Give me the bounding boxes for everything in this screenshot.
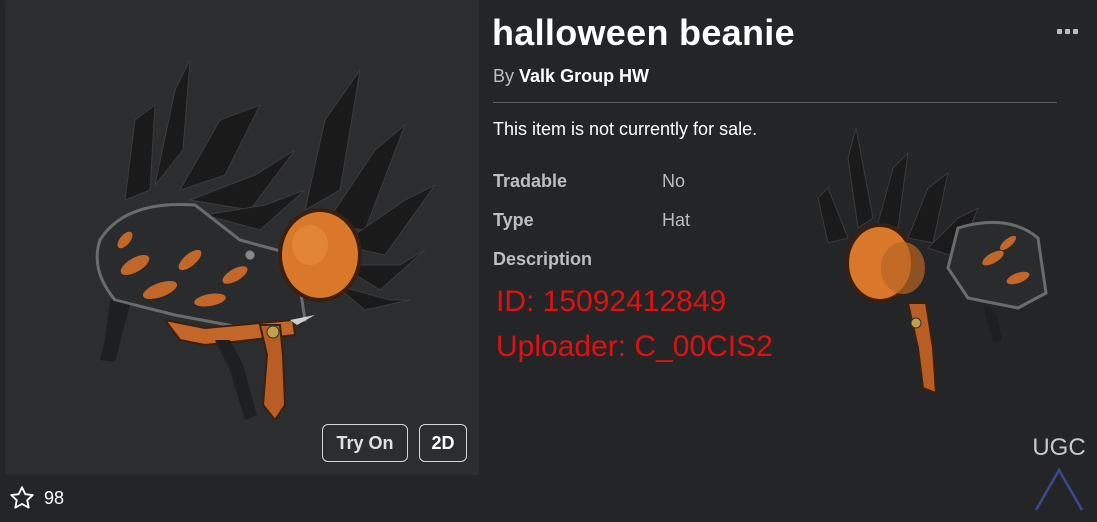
star-outline-icon xyxy=(10,486,34,509)
favorite-button[interactable]: 98 xyxy=(8,484,64,512)
divider xyxy=(493,102,1057,103)
more-options-icon[interactable] xyxy=(1054,24,1080,38)
ugc-logo-icon xyxy=(1034,467,1084,511)
favorite-count: 98 xyxy=(44,487,65,508)
tradable-value: No xyxy=(662,171,686,191)
by-prefix: By xyxy=(493,66,515,86)
try-on-button[interactable]: Try On xyxy=(322,424,408,462)
item-thumbnail: Try On 2D xyxy=(5,0,479,475)
item-title: halloween beanie xyxy=(492,12,795,53)
tradable-label: Tradable xyxy=(493,171,568,191)
description-label: Description xyxy=(493,249,593,269)
ugc-watermark: UGC xyxy=(1028,434,1090,514)
creator-byline: By Valk Group HW xyxy=(493,66,649,87)
creator-link[interactable]: Valk Group HW xyxy=(519,66,649,86)
description-id-line: ID: 15092412849 xyxy=(496,285,727,318)
item-details-page: Try On 2D 98 halloween beanie By Valk Gr… xyxy=(0,0,1097,522)
hat-side-render xyxy=(817,127,1048,395)
view-2d-button[interactable]: 2D xyxy=(419,424,467,462)
type-value: Hat xyxy=(662,210,691,230)
hat-3d-render xyxy=(95,59,436,422)
sale-status: This item is not currently for sale. xyxy=(493,119,758,139)
description-uploader-line: Uploader: C_00CIS2 xyxy=(496,330,773,363)
type-label: Type xyxy=(493,210,534,230)
